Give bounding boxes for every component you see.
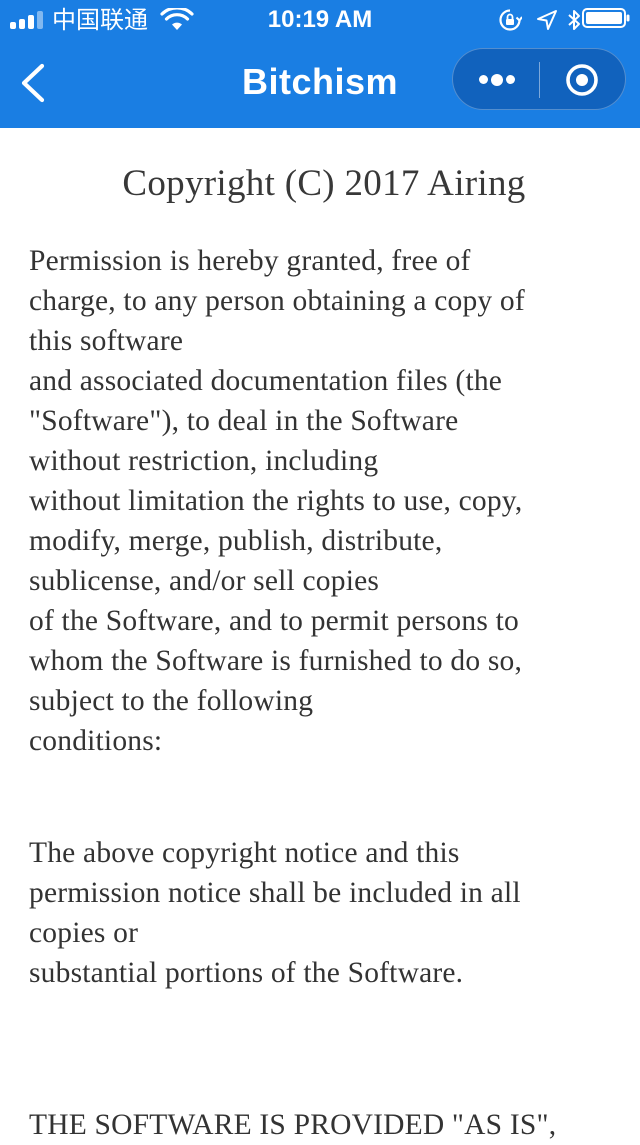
text-line: permission notice shall be included in a… [29,877,521,909]
text-line: charge, to any person obtaining a copy o… [29,285,525,317]
mini-program-capsule [452,48,626,110]
status-icons [470,8,630,32]
text-line: without restriction, including [29,445,379,477]
bluetooth-icon [568,10,580,30]
license-paragraph-1: Permission is hereby granted, free of ch… [29,241,619,761]
license-content: Copyright (C) 2017 Airing Permission is … [29,160,619,1145]
text-line: modify, merge, publish, distribute, [29,525,443,557]
page-title: Bitchism [241,61,399,102]
location-arrow-icon [537,10,557,30]
text-line: and associated documentation files (the [29,365,503,397]
text-line: substantial portions of the Software. [29,957,464,989]
text-line: conditions: [29,725,163,757]
license-paragraph-3: THE SOFTWARE IS PROVIDED "AS IS", [29,1105,619,1145]
nav-bar: Bitchism [0,40,640,128]
text-line: this software [29,325,184,357]
more-button[interactable] [453,49,539,109]
text-line: subject to the following [29,685,314,717]
chevron-left-icon [21,63,45,103]
text-line: copies or [29,917,139,949]
orientation-lock-icon [499,9,522,31]
target-circle-icon [566,64,598,96]
text-line: sublicense, and/or sell copies [29,565,380,597]
text-line: Permission is hereby granted, free of [29,245,471,277]
text-line: without limitation the rights to use, co… [29,485,523,517]
license-paragraph-2: The above copyright notice and this perm… [29,833,619,993]
battery-icon [582,8,630,28]
text-line: The above copyright notice and this [29,837,460,869]
close-button[interactable] [540,49,626,109]
top-bar: 中国联通 10:19 AM Bitchism [0,0,640,128]
text-line: of the Software, and to permit persons t… [29,605,519,637]
status-bar: 中国联通 10:19 AM [0,0,640,40]
back-button[interactable] [10,58,58,108]
text-line: whom the Software is furnished to do so, [29,645,523,677]
text-line: "Software"), to deal in the Software [29,405,459,437]
text-line: THE SOFTWARE IS PROVIDED "AS IS", [29,1109,557,1141]
document-title: Copyright (C) 2017 Airing [122,163,526,204]
